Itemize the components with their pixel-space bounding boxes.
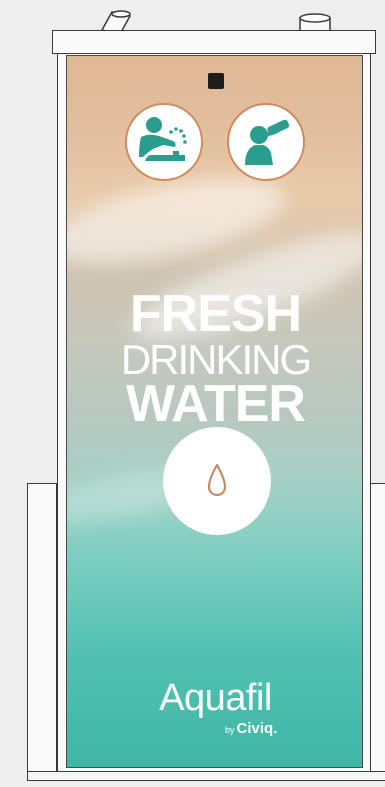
bottle-refill-icon	[227, 103, 305, 181]
headline-water: WATER	[126, 375, 306, 433]
water-drop-icon	[163, 427, 271, 535]
brand-byline: by Civiq.	[225, 720, 277, 737]
base-right-housing	[370, 483, 385, 773]
floor-plate	[27, 771, 385, 781]
brand-by: by	[225, 725, 235, 735]
brand-company: Civiq.	[236, 720, 278, 737]
cabinet-top	[52, 30, 376, 54]
brand-logo: Aquafil	[159, 677, 272, 719]
sensor-window	[208, 73, 224, 89]
drinking-fountain-icon	[125, 103, 203, 181]
headline-fresh: FRESH	[129, 285, 302, 343]
base-left-housing	[27, 483, 57, 773]
sign-panel: FRESH DRINKING WATER Aquafil by Civiq.	[66, 55, 363, 768]
